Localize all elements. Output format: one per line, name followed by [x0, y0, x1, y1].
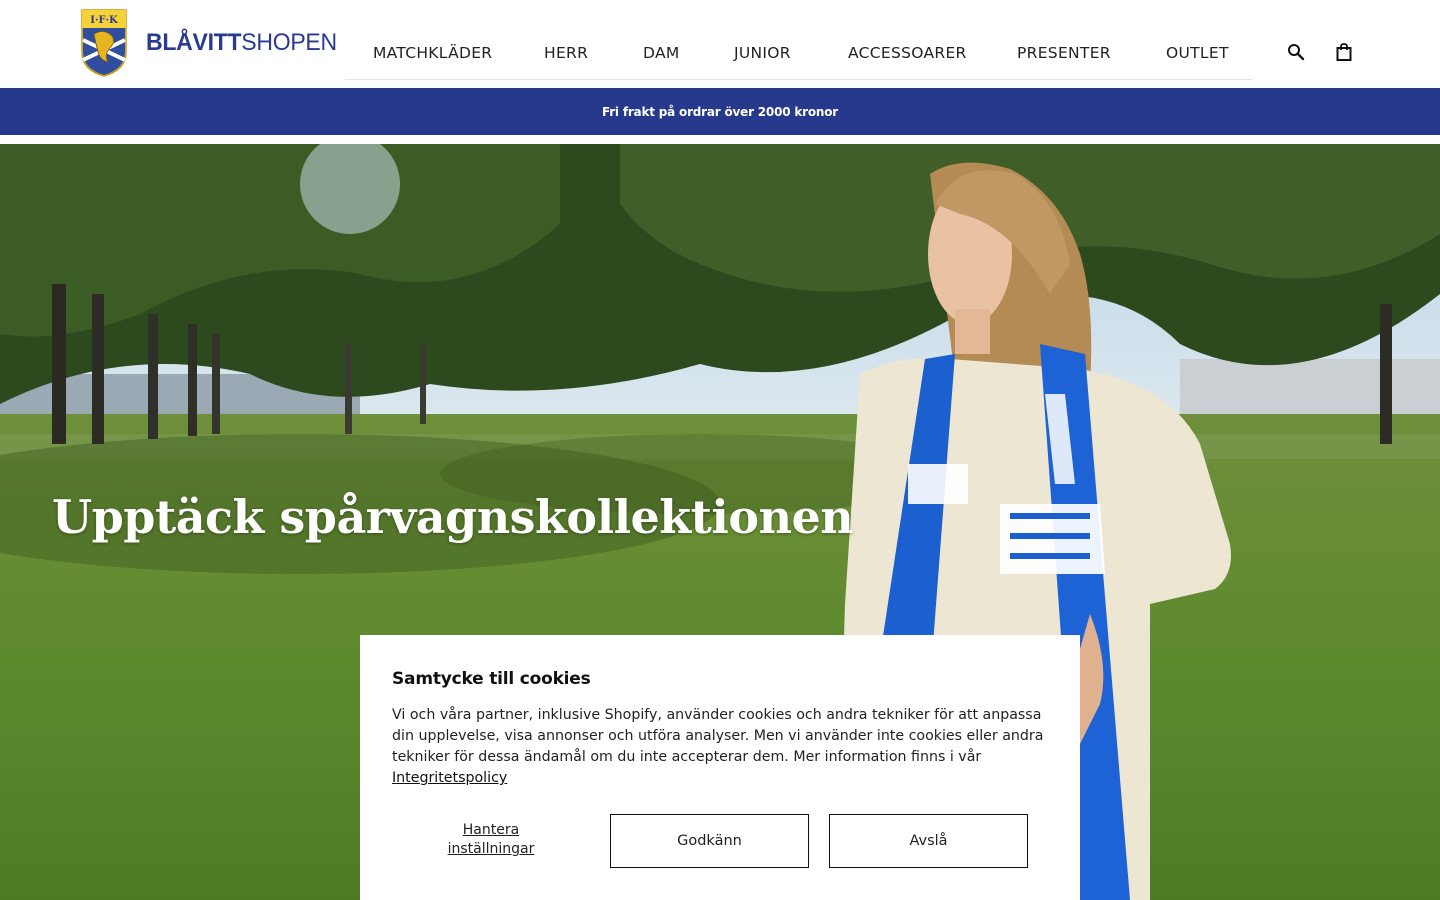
decline-cookies-button[interactable]: Avslå [829, 814, 1028, 868]
nav-item-matchklader[interactable]: MATCHKLÄDER [373, 44, 492, 62]
hero-title: Upptäck spårvagnskollektionen [52, 490, 854, 544]
brand-name-bold: BLÅVITT [146, 29, 242, 56]
brand-name: BLÅVITTSHOPEN [146, 29, 337, 57]
cookie-body-text: Vi och våra partner, inklusive Shopify, … [392, 707, 1044, 765]
accept-cookies-button[interactable]: Godkänn [610, 814, 809, 868]
shopping-bag-icon [1336, 43, 1352, 61]
nav-item-dam[interactable]: DAM [643, 44, 680, 62]
brand-name-light: SHOPEN [241, 29, 337, 56]
site-header: I·F·K BLÅVITTSHOPEN MATCHKLÄDER HERR DAM… [0, 0, 1440, 88]
nav-item-outlet[interactable]: OUTLET [1166, 44, 1229, 62]
nav-item-accessoarer[interactable]: ACCESSOARER [848, 44, 967, 62]
search-icon [1288, 44, 1305, 61]
nav-item-presenter[interactable]: PRESENTER [1017, 44, 1111, 62]
cart-button[interactable] [1332, 40, 1356, 64]
cookie-description: Vi och våra partner, inklusive Shopify, … [392, 705, 1052, 789]
nav-item-junior[interactable]: JUNIOR [734, 44, 791, 62]
home-logo-link[interactable]: I·F·K BLÅVITTSHOPEN [80, 8, 345, 78]
announcement-bar: Fri frakt på ordrar över 2000 kronor [0, 88, 1440, 135]
privacy-policy-link[interactable]: Integritetspolicy [392, 770, 507, 786]
cookie-title: Samtycke till cookies [392, 669, 591, 689]
nav-item-herr[interactable]: HERR [544, 44, 588, 62]
svg-text:I·F·K: I·F·K [90, 15, 118, 26]
search-button[interactable] [1284, 40, 1308, 64]
manage-settings-button[interactable]: Hantera inställningar [424, 821, 558, 859]
ifk-crest-logo: I·F·K [81, 9, 127, 77]
cookie-consent-dialog: Samtycke till cookies Vi och våra partne… [360, 635, 1080, 900]
main-navigation: MATCHKLÄDER HERR DAM JUNIOR ACCESSOARER … [345, 0, 1253, 80]
announcement-text: Fri frakt på ordrar över 2000 kronor [601, 104, 839, 119]
